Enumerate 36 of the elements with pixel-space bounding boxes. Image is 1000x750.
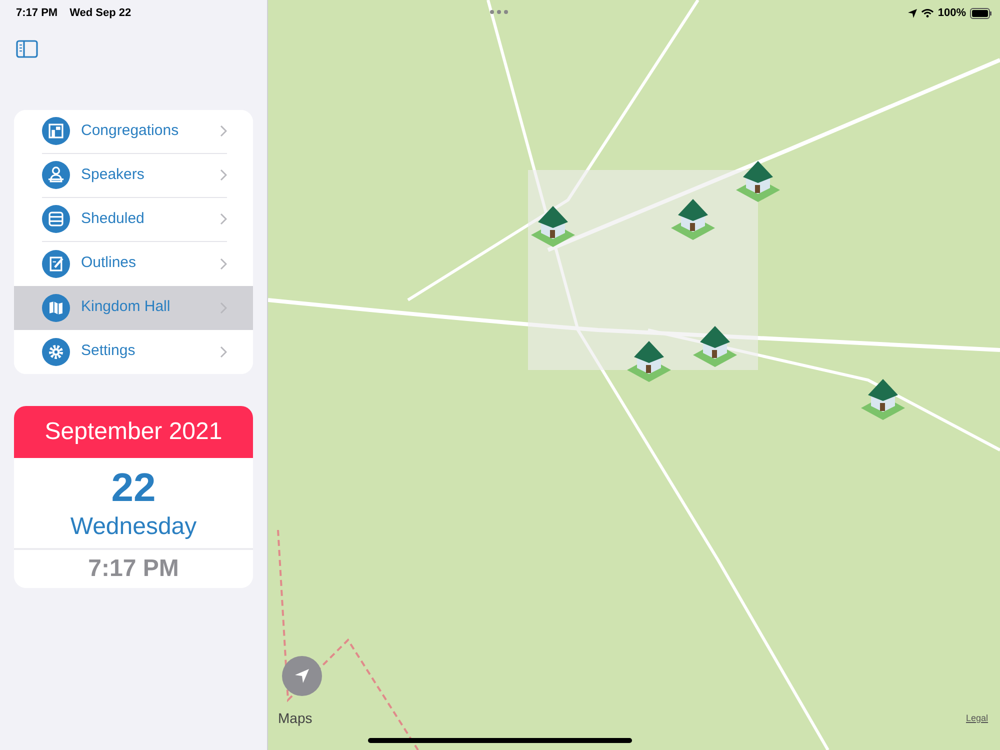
sidebar-item-label: Outlines [81,253,138,274]
calendar-time: 7:17 PM [14,548,253,588]
multitasking-dots[interactable] [490,10,508,14]
location-arrow-icon [294,668,310,684]
calendar-month: September 2021 [14,406,253,458]
map-icon [42,294,70,322]
wifi-icon [920,8,934,18]
status-date: Wed Sep 22 [70,6,132,21]
calendar-day: 22 [14,464,253,512]
sidebar-item-label: Congregations [81,120,180,141]
sidebar-item[interactable]: Kingdom Hall [14,286,253,330]
sidebar-item-label: Speakers [81,164,146,185]
sidebar-toggle-icon[interactable] [16,40,38,58]
map[interactable]: Maps Legal 100% [268,0,1000,750]
sidebar-item-label: Kingdom Hall [81,297,172,318]
legal-link[interactable]: Legal [966,712,988,726]
calendar-weekday: Wednesday [69,512,198,542]
chevron-icon [220,258,227,270]
person-icon [42,161,70,189]
maps-logo: Maps [278,709,312,728]
sidebar-item-label: Sheduled [81,208,146,229]
status-time: 7:17 PM [16,6,58,21]
battery-icon [970,8,992,19]
location-icon [908,8,917,18]
chevron-icon [220,213,227,225]
battery-percent: 100% [938,6,966,21]
settings-icon [42,338,70,366]
chevron-icon [220,125,227,137]
chevron-icon [220,346,227,358]
list-icon [42,205,70,233]
chevron-icon [220,302,227,314]
locate-button[interactable] [282,656,322,696]
chevron-icon [220,169,227,181]
sidebar-item-label: Settings [81,341,136,362]
notepad-icon [42,250,70,278]
building-icon [42,117,70,145]
